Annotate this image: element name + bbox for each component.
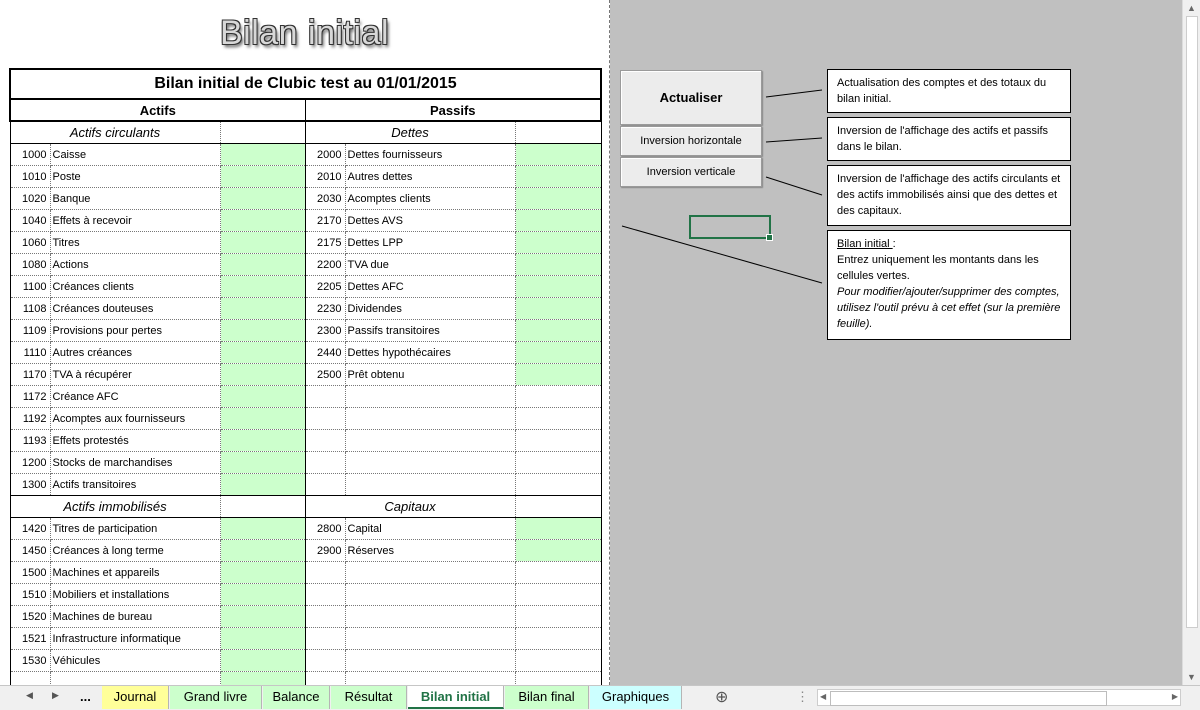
worksheet: Bilan initial Bilan initial de Clubic te… xyxy=(0,0,1182,685)
sheet-tab[interactable]: Journal xyxy=(102,686,169,709)
connector-actualiser xyxy=(765,89,823,98)
actualiser-note: Actualisation des comptes et des totaux … xyxy=(827,69,1071,113)
sheet-tab-bar: ◀ ▶ ... Journal Grand livre Balance Résulta… xyxy=(0,685,1200,710)
selected-cell[interactable] xyxy=(689,215,773,241)
connector-verticale xyxy=(765,176,823,196)
note-heading: Bilan initial xyxy=(837,238,893,250)
triangle-right-icon[interactable]: ▶ xyxy=(52,690,59,701)
verticale-note: Inversion de l'affichage des actifs circ… xyxy=(827,165,1071,226)
inversion-verticale-button[interactable]: Inversion verticale xyxy=(620,157,762,187)
sheet-tab[interactable]: Grand livre xyxy=(170,686,262,709)
vertical-dots-icon[interactable]: ⋮ xyxy=(796,689,809,705)
triangle-left-icon[interactable]: ◀ xyxy=(26,690,33,701)
sheet-tab[interactable]: Graphiques xyxy=(590,686,682,709)
more-sheets-button[interactable]: ... xyxy=(80,689,91,704)
inversion-horizontale-button[interactable]: Inversion horizontale xyxy=(620,126,762,156)
sheet-tab[interactable]: Balance xyxy=(263,686,330,709)
bilan-initial-note: Bilan initial : Entrez uniquement les mo… xyxy=(827,230,1071,340)
scroll-down-icon[interactable]: ▼ xyxy=(1187,672,1196,682)
actualiser-button[interactable]: Actualiser xyxy=(620,70,762,125)
horizontal-scroll-thumb[interactable] xyxy=(830,691,1107,706)
scroll-up-icon[interactable]: ▲ xyxy=(1187,3,1196,13)
sheet-tab[interactable]: Résultat xyxy=(331,686,407,709)
vertical-scrollbar[interactable]: ▲ ▼ xyxy=(1182,0,1200,685)
sheet-tab[interactable]: Bilan initial xyxy=(408,686,504,709)
sheet-tab[interactable]: Bilan final xyxy=(505,686,589,709)
note-heading-colon: : xyxy=(892,238,896,250)
horizontale-note: Inversion de l'affichage des actifs et p… xyxy=(827,117,1071,161)
note-tool-hint: Pour modifier/ajouter/supprimer des comp… xyxy=(837,286,1061,330)
scroll-left-icon[interactable]: ◀ xyxy=(820,692,826,701)
scroll-right-icon[interactable]: ▶ xyxy=(1172,692,1178,701)
horizontal-scrollbar[interactable]: ◀ ▶ xyxy=(817,689,1181,706)
note-instruction: Entrez uniquement les montants dans les … xyxy=(837,254,1039,282)
connector-horizontale xyxy=(765,137,823,143)
vertical-scroll-thumb[interactable] xyxy=(1186,16,1198,628)
plus-circle-icon[interactable]: ⊕ xyxy=(715,687,728,707)
